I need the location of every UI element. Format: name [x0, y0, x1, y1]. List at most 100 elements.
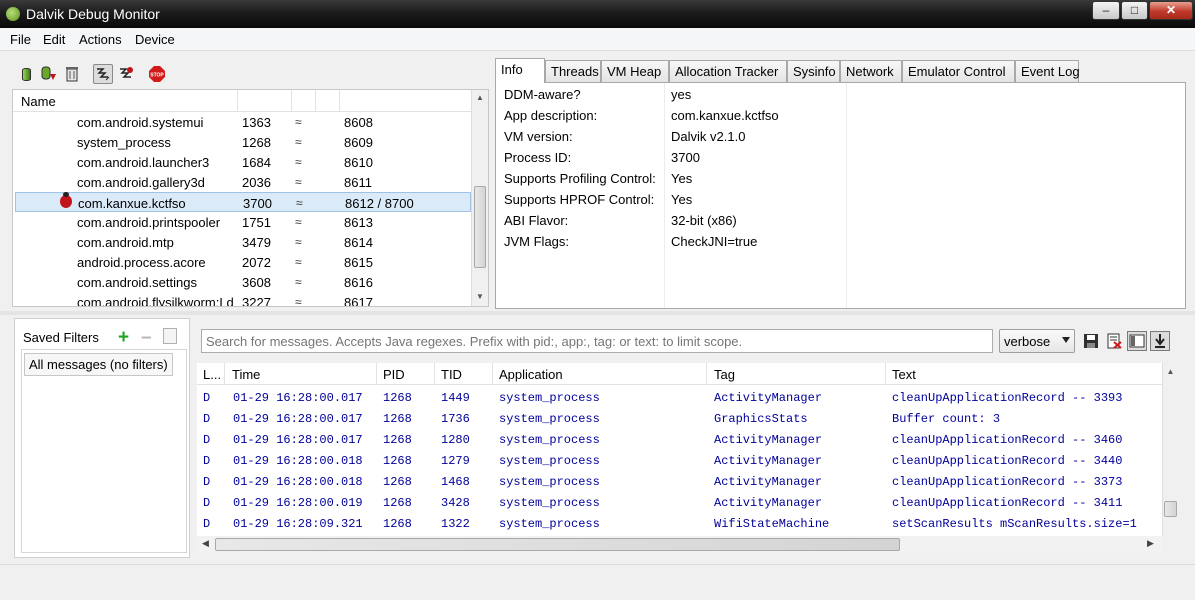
column-text[interactable]: Text [892, 367, 916, 382]
device-port: 8610 [344, 155, 373, 170]
tab-event-log[interactable]: Event Log [1015, 60, 1080, 82]
edit-filter-icon[interactable] [163, 328, 177, 344]
log-time: 01-29 16:28:00.018 [233, 475, 363, 489]
device-row[interactable]: com.android.systemui 1363 8608 ≈ [15, 112, 471, 132]
menu-actions[interactable]: Actions [79, 32, 122, 47]
remove-filter-icon[interactable]: – [141, 327, 152, 349]
info-key: Supports HPROF Control: [504, 192, 655, 207]
update-heap-button[interactable] [16, 64, 36, 84]
log-search-input[interactable] [201, 329, 993, 353]
log-scroll-thumb[interactable] [1164, 501, 1177, 517]
log-row[interactable]: D 01-29 16:28:09.321 1268 1322 system_proces… [197, 513, 1162, 534]
log-pid: 1268 [383, 391, 412, 405]
log-row[interactable]: D 01-29 16:28:00.019 1268 3428 system_proces… [197, 492, 1162, 513]
cause-gc-button[interactable] [62, 64, 82, 84]
threads-icon: ≈ [295, 155, 301, 169]
threads-icon: ≈ [296, 196, 302, 210]
log-text: cleanUpApplicationRecord -- 3411 [892, 496, 1123, 510]
device-row[interactable]: com.android.gallery3d 2036 8611 ≈ [15, 172, 471, 192]
threads-icon: ≈ [295, 215, 301, 229]
start-method-profiling-button[interactable] [116, 64, 136, 84]
device-row[interactable]: com.kanxue.kctfso 3700 8612 / 8700 ≈ [15, 192, 471, 212]
info-key: ABI Flavor: [504, 213, 569, 228]
log-app: system_process [499, 391, 600, 405]
info-value: Dalvik v2.1.0 [671, 129, 746, 144]
log-row[interactable]: D 01-29 16:28:00.017 1268 1736 system_proces… [197, 408, 1162, 429]
log-hscroll-thumb[interactable] [215, 538, 900, 551]
minimize-icon: – [1102, 3, 1110, 17]
column-pid[interactable]: PID [383, 367, 405, 382]
log-row[interactable]: D 01-29 16:28:00.017 1268 1449 system_proces… [197, 387, 1162, 408]
tab-vm-heap[interactable]: VM Heap [601, 60, 669, 82]
log-vscrollbar[interactable]: ▲ [1162, 363, 1178, 536]
log-text: cleanUpApplicationRecord -- 3393 [892, 391, 1123, 405]
update-heap-icon [21, 67, 31, 81]
panel-splitter[interactable] [0, 311, 1195, 315]
scroll-right-icon[interactable]: ▶ [1147, 538, 1154, 549]
tab-sysinfo[interactable]: Sysinfo [787, 60, 840, 82]
device-name: com.android.printspooler [77, 215, 221, 230]
device-row[interactable]: com.android.printspooler 1751 8613 ≈ [15, 212, 471, 232]
log-time: 01-29 16:28:09.321 [233, 517, 363, 531]
log-tid: 1279 [441, 454, 470, 468]
tab-emulator-control[interactable]: Emulator Control [902, 60, 1015, 82]
minimize-button[interactable]: – [1092, 1, 1120, 20]
log-time: 01-29 16:28:00.017 [233, 391, 363, 405]
device-row[interactable]: com.android.flysilkworm:Ld 3227 8617 ≈ [15, 292, 471, 307]
menu-device[interactable]: Device [135, 32, 175, 47]
tab-info[interactable]: Info [495, 58, 545, 83]
log-table: L... Time PID TID Application Tag Text D… [197, 363, 1162, 553]
tab-network[interactable]: Network [840, 60, 902, 82]
device-row[interactable]: com.android.settings 3608 8616 ≈ [15, 272, 471, 292]
scroll-up-icon[interactable]: ▲ [472, 93, 488, 102]
log-hscrollbar[interactable]: ◀ ▶ [197, 536, 1162, 553]
column-tag[interactable]: Tag [714, 367, 735, 382]
log-time: 01-29 16:28:00.018 [233, 454, 363, 468]
save-log-button[interactable] [1081, 331, 1101, 351]
stop-process-button[interactable]: STOP [147, 64, 167, 84]
log-time: 01-29 16:28:00.017 [233, 433, 363, 447]
log-text: cleanUpApplicationRecord -- 3440 [892, 454, 1123, 468]
tab-allocation-tracker[interactable]: Allocation Tracker [669, 60, 787, 82]
update-threads-button[interactable] [93, 64, 113, 84]
column-tid[interactable]: TID [441, 367, 462, 382]
device-row[interactable]: system_process 1268 8609 ≈ [15, 132, 471, 152]
android-app-icon [6, 7, 20, 21]
menu-edit[interactable]: Edit [43, 32, 65, 47]
log-row[interactable]: D 01-29 16:28:00.017 1268 1280 system_proces… [197, 429, 1162, 450]
column-level[interactable]: L... [203, 367, 221, 382]
filter-all-messages[interactable]: All messages (no filters) [24, 353, 173, 376]
column-application[interactable]: Application [499, 367, 563, 382]
log-row[interactable]: D 01-29 16:28:00.018 1268 1468 system_proces… [197, 471, 1162, 492]
tab-threads[interactable]: Threads [545, 60, 601, 82]
toggle-filters-button[interactable] [1127, 331, 1147, 351]
dump-hprof-button[interactable] [38, 64, 58, 84]
log-row[interactable]: D 01-29 16:28:00.018 1268 1279 system_proces… [197, 450, 1162, 471]
log-tag: ActivityManager [714, 496, 823, 510]
log-level-select[interactable]: verbose [999, 329, 1075, 353]
menu-file[interactable]: File [10, 32, 31, 47]
device-row[interactable]: com.android.launcher3 1684 8610 ≈ [15, 152, 471, 172]
scroll-lock-button[interactable] [1150, 331, 1170, 351]
device-list-scrollbar[interactable]: ▲ ▼ [471, 90, 488, 306]
column-time[interactable]: Time [232, 367, 260, 382]
column-name[interactable]: Name [21, 94, 56, 109]
device-port: 8608 [344, 115, 373, 130]
threads-icon: ≈ [295, 135, 301, 149]
threads-icon: ≈ [295, 235, 301, 249]
device-row[interactable]: android.process.acore 2072 8615 ≈ [15, 252, 471, 272]
close-button[interactable]: ✕ [1149, 1, 1193, 20]
scroll-down-icon[interactable]: ▼ [472, 292, 488, 301]
scroll-up-icon[interactable]: ▲ [1163, 367, 1178, 376]
info-key: JVM Flags: [504, 234, 570, 249]
scroll-thumb[interactable] [474, 186, 486, 268]
clear-log-button[interactable] [1104, 331, 1124, 351]
device-port: 8617 [344, 295, 373, 307]
log-text: Buffer count: 3 [892, 412, 1001, 426]
device-pid: 3608 [242, 275, 271, 290]
scroll-left-icon[interactable]: ◀ [202, 538, 209, 549]
add-filter-icon[interactable]: + [118, 327, 129, 349]
device-row[interactable]: com.android.mtp 3479 8614 ≈ [15, 232, 471, 252]
maximize-button[interactable]: □ [1121, 1, 1148, 20]
info-row: DDM-aware? yes [504, 84, 1164, 105]
